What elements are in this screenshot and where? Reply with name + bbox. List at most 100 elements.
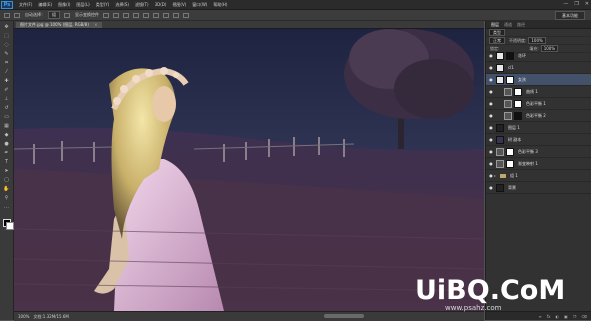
gradient-tool-icon[interactable]: ▦ — [2, 122, 11, 129]
menu-item-image[interactable]: 图像(I) — [58, 2, 70, 8]
align-middle-icon[interactable] — [113, 12, 119, 18]
layer-name: cl1 — [508, 65, 514, 70]
canvas-area[interactable] — [14, 29, 484, 311]
tab-channels[interactable]: 通道 — [504, 22, 512, 28]
align-right-icon[interactable] — [153, 12, 159, 18]
move-tool-icon[interactable]: ✥ — [2, 23, 11, 30]
move-tool-icon[interactable] — [4, 12, 10, 18]
layer-name: 渐变映射 1 — [518, 160, 538, 166]
align-center-icon[interactable] — [143, 12, 149, 18]
fx-icon[interactable]: fx — [547, 314, 551, 319]
blur-tool-icon[interactable]: ◆ — [2, 131, 11, 138]
opacity-input[interactable]: 100% — [528, 37, 546, 44]
layer-row[interactable]: ● ▸ 组 1 — [486, 170, 591, 182]
layer-row[interactable]: ● 渐变映射 1 — [486, 158, 591, 170]
lasso-tool-icon[interactable]: ◌ — [2, 41, 11, 48]
layer-name: 组 1 — [510, 172, 518, 178]
pen-tool-icon[interactable]: ✒ — [2, 149, 11, 156]
horizontal-scrollbar[interactable] — [324, 314, 364, 318]
visibility-eye-icon[interactable]: ● — [488, 65, 494, 70]
layer-thumbnail — [496, 51, 504, 60]
layer-row[interactable]: ● 曲线 1 — [486, 86, 591, 98]
layer-kind-filter[interactable]: 类型 — [489, 29, 505, 36]
add-mask-icon[interactable]: ▣ — [564, 314, 568, 319]
visibility-eye-icon[interactable]: ● — [488, 89, 494, 94]
shape-tool-icon[interactable]: ▢ — [2, 176, 11, 183]
visibility-eye-icon[interactable]: ● — [488, 101, 494, 106]
crop-tool-icon[interactable]: ⌗ — [2, 59, 11, 66]
blend-mode-select[interactable]: 正常 — [489, 37, 505, 44]
visibility-eye-icon[interactable]: ● — [488, 185, 494, 190]
eyedropper-tool-icon[interactable]: ⁄ — [2, 68, 11, 75]
menu-item-file[interactable]: 文件(F) — [19, 2, 32, 8]
menu-item-help[interactable]: 帮助(H) — [213, 2, 227, 8]
visibility-eye-icon[interactable]: ● — [488, 53, 494, 58]
zoom-tool-icon[interactable]: ⚲ — [2, 194, 11, 201]
clone-stamp-tool-icon[interactable]: ⊥ — [2, 95, 11, 102]
show-transform-checkbox[interactable] — [64, 12, 70, 18]
layer-row[interactable]: ● 树 副本 — [486, 134, 591, 146]
layer-row[interactable]: ● cl1 — [486, 62, 591, 74]
visibility-eye-icon[interactable]: ● — [488, 125, 494, 130]
layer-mask-thumbnail — [506, 147, 514, 156]
3d-mode-icon[interactable] — [173, 12, 179, 18]
layer-row[interactable]: ● 色彩平衡 2 — [486, 110, 591, 122]
marquee-tool-icon[interactable]: ⬚ — [2, 32, 11, 39]
align-bottom-icon[interactable] — [123, 12, 129, 18]
dodge-tool-icon[interactable]: ● — [2, 140, 11, 147]
auto-select-dropdown[interactable]: 组 — [48, 11, 60, 19]
background-color-swatch[interactable] — [6, 222, 14, 230]
menu-item-view[interactable]: 视图(V) — [172, 2, 186, 8]
visibility-eye-icon[interactable]: ● — [488, 161, 494, 166]
menu-item-window[interactable]: 窗口(W) — [192, 2, 207, 8]
layer-row[interactable]: ● 色彩平衡 1 — [486, 98, 591, 110]
menu-item-select[interactable]: 选择(S) — [115, 2, 129, 8]
expand-arrow-icon[interactable]: ▸ — [494, 173, 498, 178]
distribute-icon[interactable] — [163, 12, 169, 18]
layer-name: 女孩 — [518, 76, 526, 82]
menu-item-layer[interactable]: 图层(L) — [76, 2, 89, 8]
hand-tool-icon[interactable]: ✋ — [2, 185, 11, 192]
visibility-eye-icon[interactable]: ● — [488, 137, 494, 142]
path-select-tool-icon[interactable]: ➤ — [2, 167, 11, 174]
layer-row[interactable]: ● 女孩 — [486, 74, 591, 86]
new-layer-icon[interactable]: ❒ — [573, 314, 577, 319]
eraser-tool-icon[interactable]: ▭ — [2, 113, 11, 120]
adjustment-layer-icon[interactable]: ◐ — [555, 314, 559, 319]
visibility-eye-icon[interactable]: ● — [488, 149, 494, 154]
menu-item-3d[interactable]: 3D(D) — [155, 2, 167, 7]
auto-select-label: 自动选择： — [25, 12, 45, 17]
type-tool-icon[interactable]: T — [2, 158, 11, 165]
tab-paths[interactable]: 路径 — [517, 22, 525, 28]
healing-tool-icon[interactable]: ✚ — [2, 77, 11, 84]
visibility-eye-icon[interactable]: ● — [488, 77, 494, 82]
tab-layers[interactable]: 图层 — [491, 22, 499, 28]
restore-icon[interactable]: ❐ — [574, 1, 578, 7]
zoom-level[interactable]: 100% — [18, 314, 29, 319]
layer-row[interactable]: ● 色彩平衡 3 — [486, 146, 591, 158]
auto-select-checkbox[interactable] — [14, 12, 20, 18]
document-tab[interactable]: 图片文件.jpg @ 100% (图层, RGB/8) × — [16, 22, 102, 28]
visibility-eye-icon[interactable]: ● — [488, 113, 494, 118]
history-brush-tool-icon[interactable]: ↺ — [2, 104, 11, 111]
layer-row[interactable]: ● 图层 1 — [486, 122, 591, 134]
align-left-icon[interactable] — [133, 12, 139, 18]
close-icon[interactable]: ✕ — [585, 1, 589, 7]
layer-row[interactable]: ● 花环 — [486, 50, 591, 62]
trash-icon[interactable]: ⌫ — [581, 314, 587, 319]
3d-rotate-icon[interactable] — [183, 12, 189, 18]
close-document-icon[interactable]: × — [94, 22, 97, 27]
layer-row[interactable]: ● 背景 — [486, 182, 591, 194]
align-top-icon[interactable] — [103, 12, 109, 18]
more-tools-icon[interactable]: … — [2, 203, 11, 210]
menu-item-type[interactable]: 类型(Y) — [96, 2, 110, 8]
workspace-switcher[interactable]: 基本功能 — [555, 11, 585, 20]
menu-item-filter[interactable]: 滤镜(T) — [135, 2, 149, 8]
brush-tool-icon[interactable]: ✐ — [2, 86, 11, 93]
menu-item-edit[interactable]: 编辑(E) — [38, 2, 52, 8]
window-controls: — ❐ ✕ — [563, 1, 589, 7]
minimize-icon[interactable]: — — [563, 1, 568, 7]
blend-row: 正常 不透明度: 100% — [486, 37, 591, 45]
quick-select-tool-icon[interactable]: ✎ — [2, 50, 11, 57]
link-layers-icon[interactable]: ∞ — [538, 314, 541, 319]
